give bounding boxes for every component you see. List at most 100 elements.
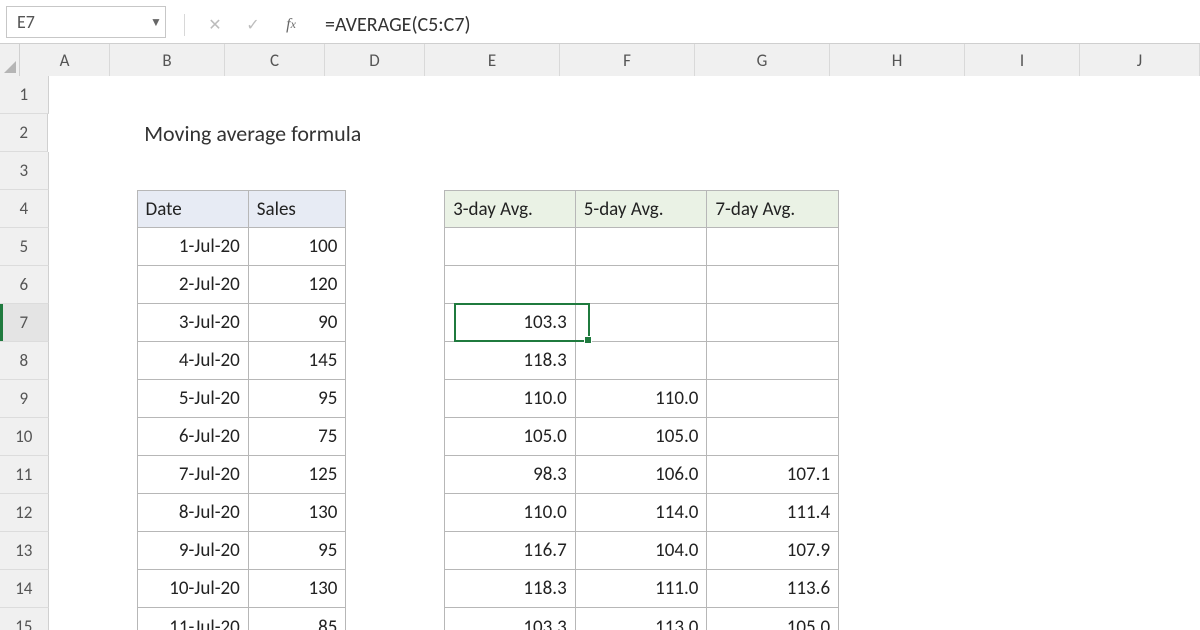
cell-date-8[interactable]: 4-Jul-20 (137, 342, 249, 380)
column-header-G[interactable]: G (695, 44, 830, 76)
insert-function-icon[interactable]: fx (281, 15, 301, 35)
cell-5day-11[interactable]: 106.0 (576, 456, 708, 494)
cell-sales-8[interactable]: 145 (249, 342, 347, 380)
cell-J7[interactable] (1083, 304, 1200, 342)
cell-A9[interactable] (49, 380, 137, 418)
cell-I8[interactable] (971, 342, 1083, 380)
cell-date-9[interactable]: 5-Jul-20 (137, 380, 249, 418)
column-header-H[interactable]: H (830, 44, 965, 76)
cell-I4[interactable] (971, 190, 1083, 228)
cell-I15[interactable] (971, 608, 1083, 630)
column-header-J[interactable]: J (1080, 44, 1200, 76)
cell-A12[interactable] (49, 494, 137, 532)
header-date[interactable]: Date (137, 190, 249, 228)
cell-H12[interactable] (839, 494, 971, 532)
cell-5day-7[interactable] (576, 304, 708, 342)
cell-date-6[interactable]: 2-Jul-20 (137, 266, 249, 304)
cell-I12[interactable] (971, 494, 1083, 532)
cell-E1[interactable] (444, 76, 576, 114)
page-title[interactable]: Moving average formula (136, 114, 251, 152)
cell-I13[interactable] (971, 532, 1083, 570)
cell-7day-13[interactable]: 107.9 (707, 532, 839, 570)
column-header-A[interactable]: A (20, 44, 110, 76)
cell-H2[interactable] (840, 114, 971, 152)
column-header-E[interactable]: E (425, 44, 560, 76)
row-header-10[interactable]: 10 (0, 418, 49, 456)
cell-5day-13[interactable]: 104.0 (576, 532, 708, 570)
cell-3day-13[interactable]: 116.7 (444, 532, 576, 570)
cell-G1[interactable] (707, 76, 839, 114)
cell-A8[interactable] (49, 342, 137, 380)
cell-B3[interactable] (137, 152, 249, 190)
cell-J4[interactable] (1083, 190, 1200, 228)
cell-date-7[interactable]: 3-Jul-20 (137, 304, 249, 342)
row-header-15[interactable]: 15 (0, 608, 49, 630)
cell-H3[interactable] (839, 152, 971, 190)
row-header-6[interactable]: 6 (0, 266, 49, 304)
cell-D9[interactable] (346, 380, 444, 418)
cell-J15[interactable] (1083, 608, 1200, 630)
cell-7day-5[interactable] (707, 228, 839, 266)
enter-icon[interactable]: ✓ (243, 15, 263, 35)
cell-7day-14[interactable]: 113.6 (707, 570, 839, 608)
cell-G2[interactable] (709, 114, 840, 152)
cell-J6[interactable] (1083, 266, 1200, 304)
cancel-icon[interactable]: ✕ (205, 15, 225, 35)
cell-D1[interactable] (346, 76, 444, 114)
cell-sales-15[interactable]: 85 (249, 608, 347, 630)
cell-H5[interactable] (839, 228, 971, 266)
cell-sales-13[interactable]: 95 (249, 532, 347, 570)
cell-I10[interactable] (971, 418, 1083, 456)
cell-D3[interactable] (346, 152, 444, 190)
cell-J12[interactable] (1083, 494, 1200, 532)
cell-H9[interactable] (839, 380, 971, 418)
cell-D11[interactable] (346, 456, 444, 494)
cell-I6[interactable] (971, 266, 1083, 304)
row-header-8[interactable]: 8 (0, 342, 49, 380)
cell-H7[interactable] (839, 304, 971, 342)
header-5day[interactable]: 5-day Avg. (576, 190, 708, 228)
cell-C1[interactable] (249, 76, 347, 114)
cell-sales-7[interactable]: 90 (249, 304, 347, 342)
cell-A3[interactable] (49, 152, 137, 190)
row-header-9[interactable]: 9 (0, 380, 49, 418)
cell-J1[interactable] (1083, 76, 1200, 114)
column-header-I[interactable]: I (965, 44, 1080, 76)
cell-D2[interactable] (349, 114, 446, 152)
column-header-C[interactable]: C (225, 44, 325, 76)
cell-sales-5[interactable]: 100 (249, 228, 347, 266)
cell-3day-14[interactable]: 118.3 (444, 570, 576, 608)
cell-7day-10[interactable] (707, 418, 839, 456)
cell-A4[interactable] (49, 190, 137, 228)
cell-A13[interactable] (49, 532, 137, 570)
cell-H11[interactable] (839, 456, 971, 494)
header-7day[interactable]: 7-day Avg. (707, 190, 839, 228)
cell-sales-9[interactable]: 95 (249, 380, 347, 418)
cell-F2[interactable] (577, 114, 708, 152)
cell-5day-14[interactable]: 111.0 (576, 570, 708, 608)
cell-J5[interactable] (1083, 228, 1200, 266)
row-header-11[interactable]: 11 (0, 456, 49, 494)
cell-E2[interactable] (446, 114, 577, 152)
cell-7day-9[interactable] (707, 380, 839, 418)
cell-H4[interactable] (839, 190, 971, 228)
cell-J10[interactable] (1083, 418, 1200, 456)
cell-date-14[interactable]: 10-Jul-20 (137, 570, 249, 608)
cell-5day-10[interactable]: 105.0 (576, 418, 708, 456)
cell-A2[interactable] (48, 114, 136, 152)
cell-3day-7[interactable]: 103.3 (444, 304, 576, 342)
cell-F3[interactable] (576, 152, 708, 190)
cell-D5[interactable] (346, 228, 444, 266)
select-all-corner[interactable] (0, 44, 20, 76)
cell-5day-9[interactable]: 110.0 (576, 380, 708, 418)
cell-I14[interactable] (971, 570, 1083, 608)
cell-J13[interactable] (1083, 532, 1200, 570)
cell-3day-5[interactable] (444, 228, 576, 266)
cell-3day-15[interactable]: 103.3 (444, 608, 576, 630)
cell-date-15[interactable]: 11-Jul-20 (137, 608, 249, 630)
cell-7day-12[interactable]: 111.4 (707, 494, 839, 532)
name-box[interactable]: E7 ▼ (6, 6, 166, 38)
row-header-14[interactable]: 14 (0, 570, 49, 608)
cell-sales-12[interactable]: 130 (249, 494, 347, 532)
cell-sales-14[interactable]: 130 (249, 570, 347, 608)
